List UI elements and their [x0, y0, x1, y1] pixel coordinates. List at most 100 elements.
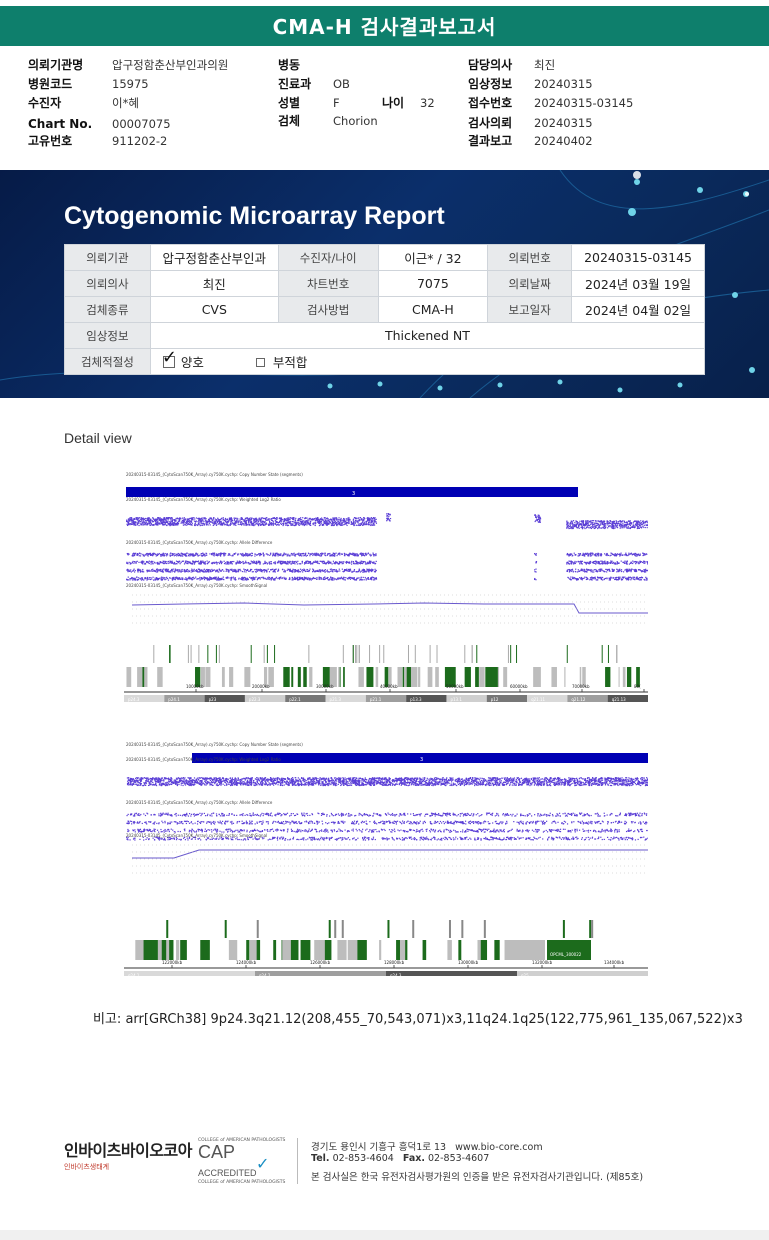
footer-divider	[297, 1138, 298, 1184]
gene-mark	[144, 667, 148, 687]
cap-accredited: ACCREDITED ✓	[198, 1154, 288, 1180]
table-label: 보고일자	[487, 296, 573, 323]
band-label: p21.3	[330, 697, 342, 702]
allele-difference-points	[566, 552, 648, 557]
code-value: 15975	[112, 77, 149, 91]
gene-mark	[180, 940, 187, 960]
smooth-signal-line	[132, 849, 648, 859]
remark-label: 비고:	[93, 1012, 122, 1027]
uid-label: 고유번호	[28, 134, 73, 148]
chromosome-9-plot: 20240315-03145_(CytoScan750K_Array).cy75…	[124, 470, 648, 706]
allele-difference-points	[534, 568, 537, 573]
gene-mark	[591, 920, 594, 938]
cap-text: CAP	[198, 1142, 236, 1162]
log2-ratio-points	[566, 520, 648, 530]
gene-mark	[215, 645, 217, 663]
gene-mark	[309, 667, 312, 687]
gene-mark	[203, 940, 207, 960]
log2-ratio-points	[386, 513, 392, 522]
table-label: 의뢰기관	[64, 244, 151, 271]
gene-mark	[566, 645, 568, 663]
patient-label: 수진자	[28, 96, 62, 110]
gene-mark	[297, 667, 301, 687]
doctor-label: 담당의사	[468, 58, 513, 72]
gene-mark	[479, 667, 485, 687]
band-label: p21.1	[370, 697, 382, 702]
gene-mark	[198, 645, 200, 663]
certification: 본 검사실은 한국 유전자검사평가원의 인증을 받은 유전자검사기관입니다. (…	[311, 1172, 644, 1183]
chromosome-11-plot: 20240315-03145_(CytoScan750K_Array).cy75…	[124, 740, 648, 976]
banner-title: Cytogenomic Microarray Report	[64, 202, 445, 230]
allele-difference-points	[126, 560, 377, 565]
unsuitable-checkbox	[255, 358, 265, 367]
axis-tick-label: 30000kb	[316, 684, 334, 689]
gene-mark	[533, 667, 535, 687]
dept-label: 진료과	[278, 77, 312, 91]
log2-ratio-points	[534, 514, 542, 523]
gene-mark	[405, 940, 408, 960]
report-banner: Cytogenomic Microarray Report 의뢰기관 압구정함춘…	[0, 170, 769, 398]
table-label: 의뢰번호	[487, 244, 573, 271]
smooth-signal-line	[131, 602, 648, 614]
gene-mark	[375, 667, 379, 687]
table-value: 2024년 03월 19일	[571, 270, 705, 297]
gene-mark	[347, 940, 358, 960]
band-label: q21.11	[531, 697, 545, 702]
gene-mark	[358, 667, 364, 687]
gene-mark	[422, 940, 427, 960]
cap-bottom-text: COLLEGE of AMERICAN PATHOLOGISTS	[198, 1180, 286, 1185]
band-label: p24.3	[128, 697, 140, 702]
gene-mark	[504, 940, 510, 960]
gene-mark	[308, 645, 310, 663]
receipt-value: 20240315-03145	[534, 96, 634, 110]
footer-contact-line: Tel. 02-853-4604 Fax. 02-853-4607	[311, 1153, 489, 1164]
gene-mark	[399, 940, 406, 960]
gene-mark	[283, 667, 290, 687]
gene-mark	[494, 940, 500, 960]
track-label-copy-number: 20240315-03145_(CytoScan750K_Array).cy75…	[126, 472, 303, 477]
clinical-info-value: Thickened NT	[149, 322, 706, 349]
code-label: 병원코드	[28, 77, 73, 91]
bottom-strip	[0, 1230, 769, 1240]
segment-state-label: 3	[352, 491, 355, 497]
gene-mark	[503, 667, 508, 687]
band-label: p13.1	[450, 697, 462, 702]
axis-tick-label: 130000kb	[458, 960, 479, 965]
gene-mark	[218, 645, 220, 663]
gene-mark	[207, 645, 209, 663]
axis-tick-label: 134000kb	[604, 960, 625, 965]
checkmark-icon: ✓	[161, 347, 177, 368]
gene-mark	[626, 667, 632, 687]
gene-mark	[282, 940, 291, 960]
gene-mark	[436, 645, 438, 663]
chromosome-band	[517, 971, 648, 976]
table-value: 20240315-03145	[571, 244, 705, 271]
table-row: 검체종류 CVS 검사방법 CMA-H 보고일자 2024년 04월 02일	[64, 296, 705, 323]
gene-mark	[256, 920, 259, 938]
gene-mark	[157, 667, 163, 687]
gene-mark	[357, 940, 367, 960]
gene-mark	[483, 920, 486, 938]
remark-text: arr[GRCh38] 9p24.3q21.12(208,455_70,543,…	[125, 1012, 743, 1027]
band-label: q21.12	[571, 697, 585, 702]
gene-mark	[551, 667, 557, 687]
allele-difference-points	[126, 812, 648, 817]
gene-mark	[509, 940, 545, 960]
receipt-label: 접수번호	[468, 96, 513, 110]
table-value: 7075	[377, 270, 489, 297]
gene-mark	[221, 667, 225, 687]
gene-mark	[343, 667, 345, 687]
website-link[interactable]: www.bio-core.com	[455, 1142, 542, 1153]
gene-mark	[383, 645, 385, 663]
check-icon: ✓	[256, 1154, 270, 1173]
chromosome-band	[255, 971, 386, 976]
gene-mark	[246, 940, 250, 960]
uid-value: 911202-2	[112, 134, 168, 148]
gene-mark	[352, 645, 354, 663]
track-label-copy-number: 20240315-03145_(CytoScan750K_Array).cy75…	[126, 742, 303, 747]
axis-tick-label: 10000kb	[186, 684, 204, 689]
gene-mark	[143, 940, 152, 960]
chromosome-band	[124, 971, 255, 976]
gene-mark	[507, 645, 509, 663]
gene-mark	[475, 667, 479, 687]
